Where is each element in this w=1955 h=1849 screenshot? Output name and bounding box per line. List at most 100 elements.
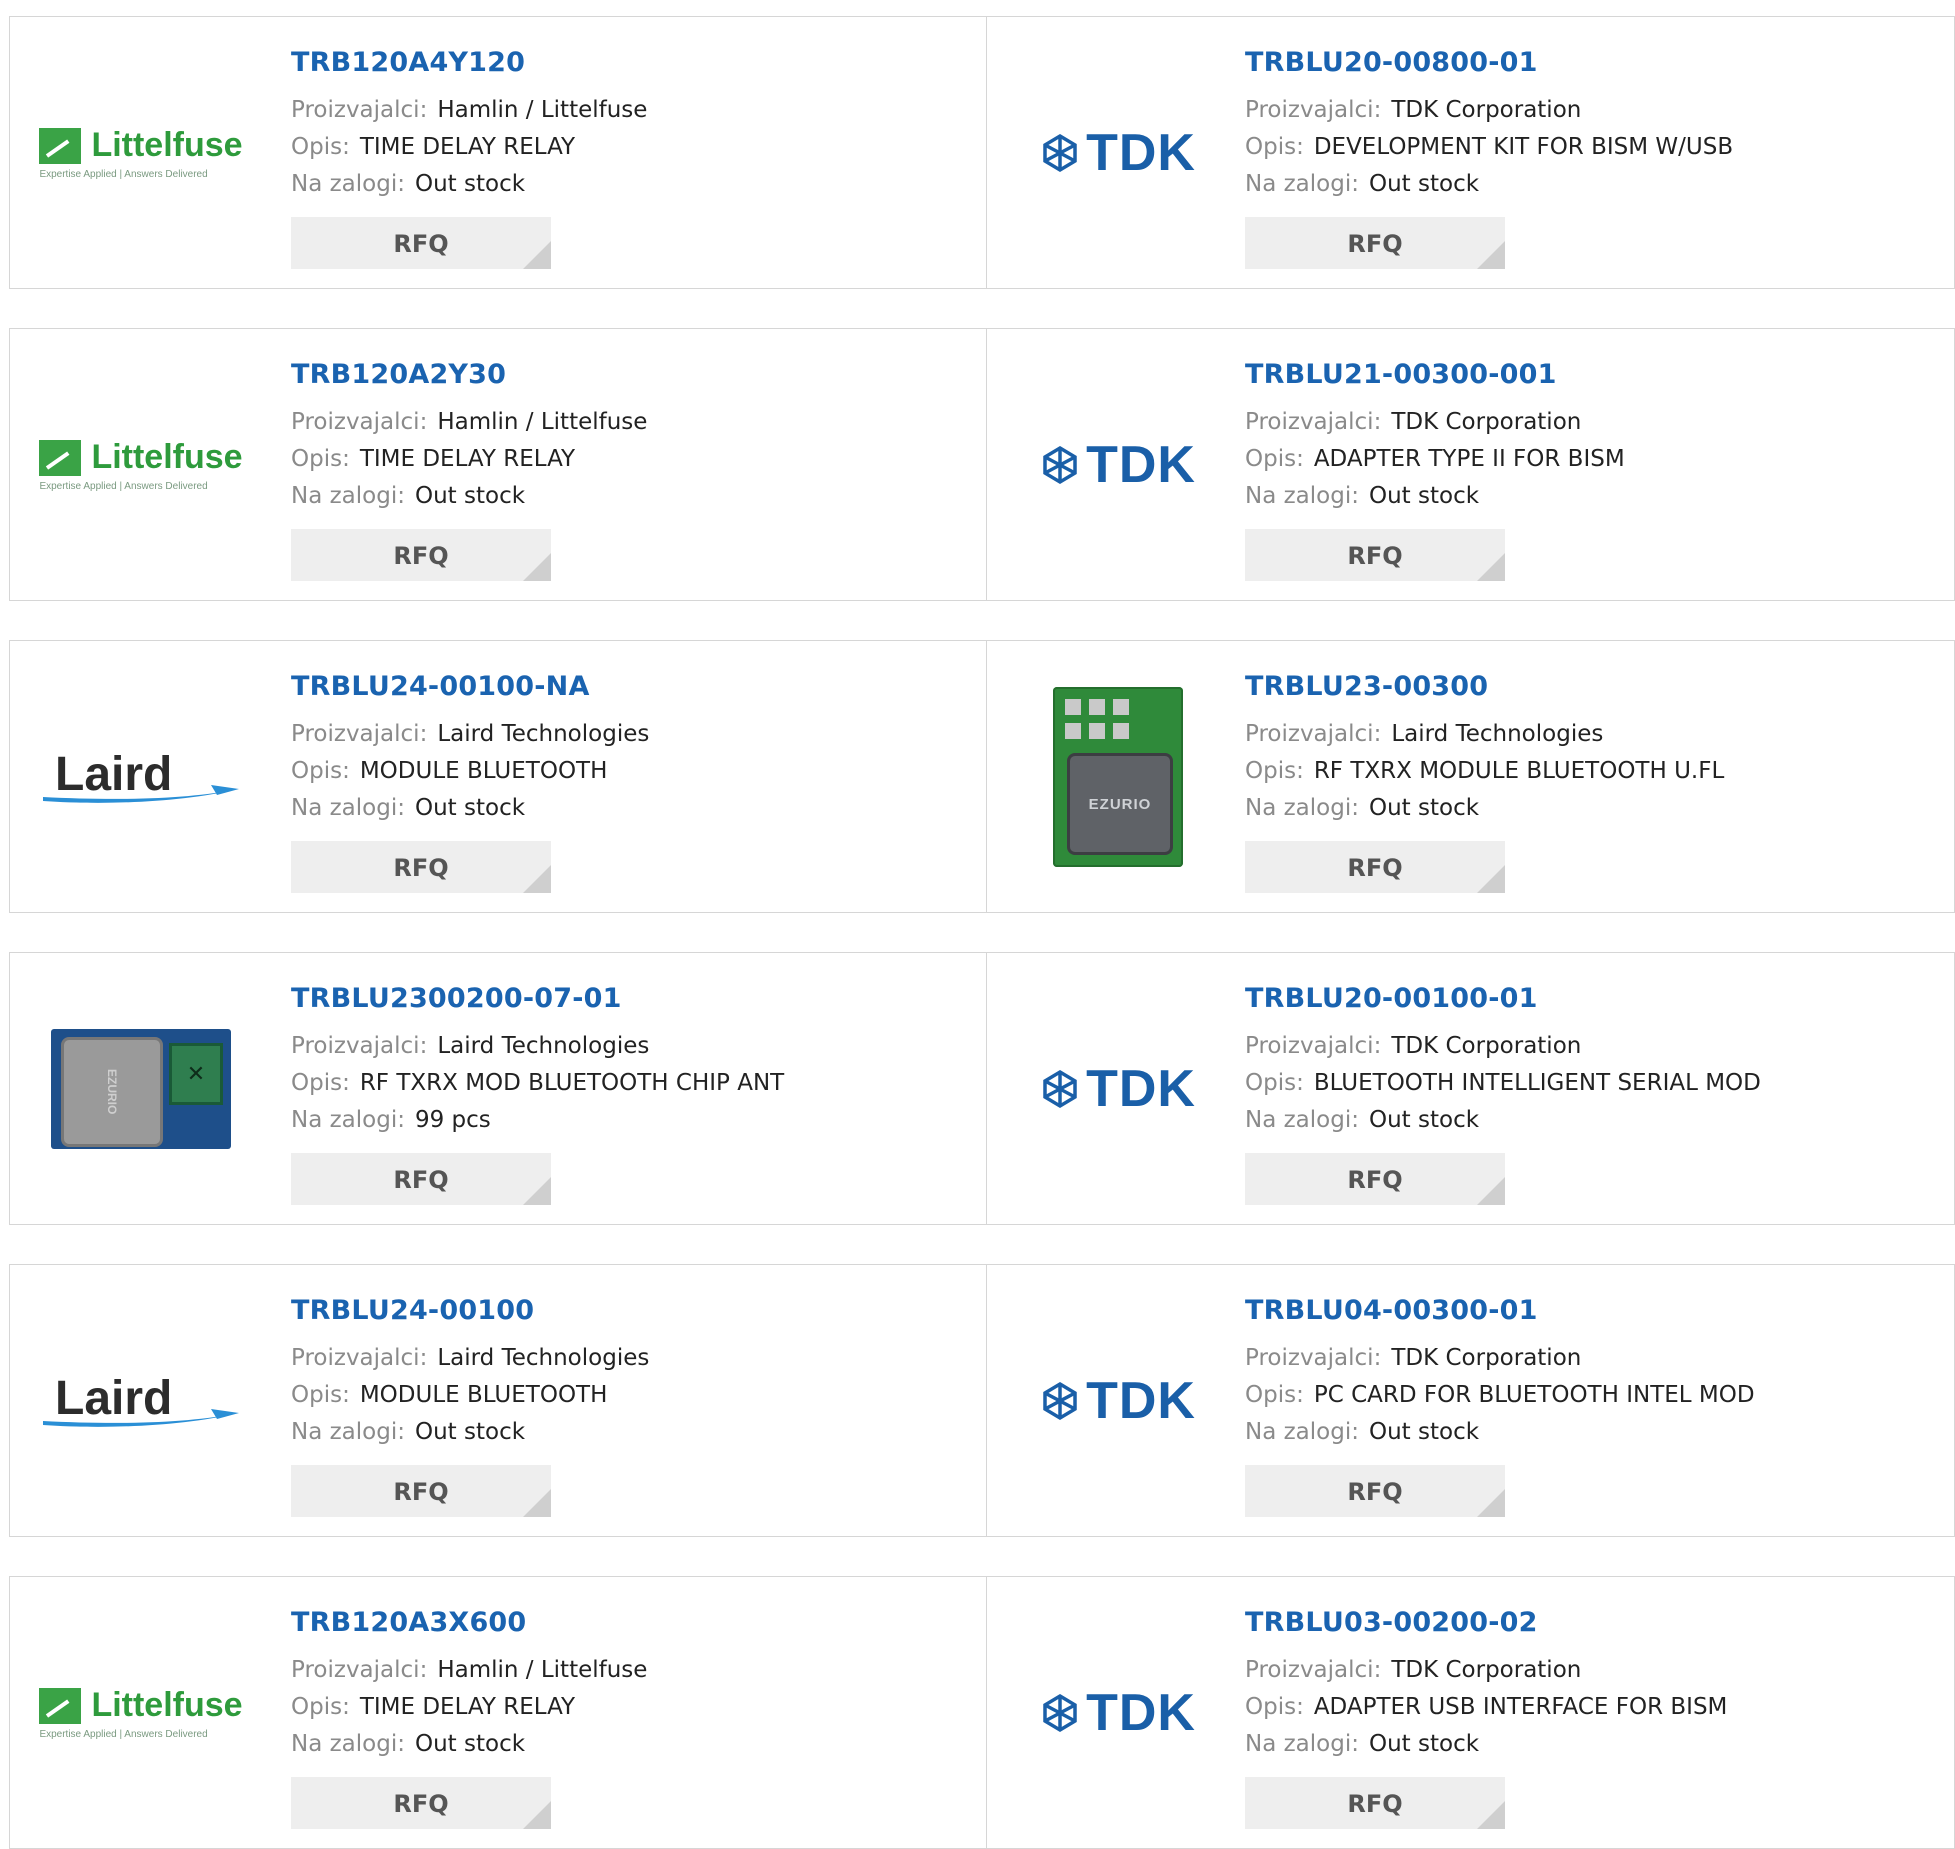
part-number-link[interactable]: TRBLU04-00300-01 bbox=[1245, 1295, 1755, 1326]
product-row: Littelfuse Expertise Applied | Answers De… bbox=[9, 1576, 1955, 1849]
stock-label: Na zalogi: bbox=[291, 1419, 405, 1445]
stock-value: Out stock bbox=[414, 1731, 526, 1757]
part-number-link[interactable]: TRB120A3X600 bbox=[291, 1607, 647, 1638]
description-value: MODULE BLUETOOTH bbox=[359, 758, 608, 784]
manufacturer-value: TDK Corporation bbox=[1391, 1345, 1582, 1371]
stock-value: Out stock bbox=[1368, 483, 1480, 509]
part-number-link[interactable]: TRBLU20-00100-01 bbox=[1245, 983, 1761, 1014]
product-card: Laird TRBLU24-00100-NA Proizvajalci: Lair… bbox=[9, 640, 987, 913]
description-value: TIME DELAY RELAY bbox=[359, 1694, 576, 1720]
bluetooth-module-image: EZURIO ✕ bbox=[51, 1029, 231, 1149]
rfq-button[interactable]: RFQ bbox=[291, 529, 551, 581]
rfq-button[interactable]: RFQ bbox=[1245, 841, 1505, 893]
product-card: TDK TRBLU03-00200-02 Proizvajalci: TDK Co… bbox=[987, 1576, 1955, 1849]
description-label: Opis: bbox=[291, 1382, 350, 1408]
littelfuse-mark-icon bbox=[39, 127, 82, 164]
manufacturer-value: TDK Corporation bbox=[1391, 1657, 1582, 1683]
part-number-link[interactable]: TRB120A2Y30 bbox=[291, 359, 647, 390]
tdk-mark-icon bbox=[1043, 133, 1077, 173]
stock-label: Na zalogi: bbox=[1245, 795, 1359, 821]
manufacturer-label: Proizvajalci: bbox=[291, 97, 428, 123]
tdk-mark-icon bbox=[1043, 1069, 1077, 1109]
stock-value: Out stock bbox=[414, 795, 526, 821]
laird-logo[interactable]: Laird bbox=[41, 677, 241, 877]
littelfuse-logo[interactable]: Littelfuse Expertise Applied | Answers De… bbox=[39, 365, 243, 565]
manufacturer-label: Proizvajalci: bbox=[1245, 409, 1382, 435]
laird-swoosh-icon bbox=[43, 785, 239, 803]
product-card: TDK TRBLU20-00800-01 Proizvajalci: TDK Co… bbox=[987, 16, 1955, 289]
stock-value: Out stock bbox=[414, 1419, 526, 1445]
part-number-link[interactable]: TRBLU20-00800-01 bbox=[1245, 47, 1733, 78]
tdk-logo[interactable]: TDK bbox=[1018, 365, 1218, 565]
stock-value: Out stock bbox=[414, 171, 526, 197]
bluetooth-module-image: EZURIO bbox=[1053, 687, 1183, 867]
stock-value: Out stock bbox=[1368, 1731, 1480, 1757]
product-image[interactable]: EZURIO bbox=[1018, 677, 1218, 877]
rfq-button[interactable]: RFQ bbox=[1245, 1777, 1505, 1829]
rfq-button[interactable]: RFQ bbox=[291, 1153, 551, 1205]
description-value: PC CARD FOR BLUETOOTH INTEL MOD bbox=[1313, 1382, 1755, 1408]
manufacturer-label: Proizvajalci: bbox=[291, 1657, 428, 1683]
laird-swoosh-icon bbox=[43, 1409, 239, 1427]
manufacturer-label: Proizvajalci: bbox=[291, 721, 428, 747]
part-number-link[interactable]: TRBLU2300200-07-01 bbox=[291, 983, 784, 1014]
description-label: Opis: bbox=[1245, 1070, 1304, 1096]
description-label: Opis: bbox=[291, 134, 350, 160]
rfq-button[interactable]: RFQ bbox=[291, 1777, 551, 1829]
tdk-mark-icon bbox=[1043, 1381, 1077, 1421]
stock-label: Na zalogi: bbox=[291, 483, 405, 509]
tdk-logo[interactable]: TDK bbox=[1018, 1613, 1218, 1813]
stock-label: Na zalogi: bbox=[291, 171, 405, 197]
manufacturer-label: Proizvajalci: bbox=[1245, 1033, 1382, 1059]
stock-label: Na zalogi: bbox=[291, 1731, 405, 1757]
description-value: ADAPTER USB INTERFACE FOR BISM bbox=[1313, 1694, 1728, 1720]
stock-label: Na zalogi: bbox=[1245, 1731, 1359, 1757]
description-label: Opis: bbox=[1245, 134, 1304, 160]
product-card: Laird TRBLU24-00100 Proizvajalci: Laird T… bbox=[9, 1264, 987, 1537]
description-label: Opis: bbox=[1245, 446, 1304, 472]
rfq-button[interactable]: RFQ bbox=[1245, 1465, 1505, 1517]
product-card: EZURIO ✕ TRBLU2300200-07-01 Proizvajalci… bbox=[9, 952, 987, 1225]
rfq-button[interactable]: RFQ bbox=[291, 1465, 551, 1517]
tdk-logo[interactable]: TDK bbox=[1018, 989, 1218, 1189]
description-value: TIME DELAY RELAY bbox=[359, 134, 576, 160]
tdk-logo[interactable]: TDK bbox=[1018, 1301, 1218, 1501]
product-row: Laird TRBLU24-00100 Proizvajalci: Laird T… bbox=[9, 1264, 1955, 1537]
description-label: Opis: bbox=[291, 1070, 350, 1096]
tdk-mark-icon bbox=[1043, 1693, 1077, 1733]
manufacturer-label: Proizvajalci: bbox=[1245, 1345, 1382, 1371]
rfq-button[interactable]: RFQ bbox=[1245, 1153, 1505, 1205]
description-value: RF TXRX MODULE BLUETOOTH U.FL bbox=[1313, 758, 1725, 784]
product-image[interactable]: EZURIO ✕ bbox=[41, 989, 241, 1189]
part-number-link[interactable]: TRBLU03-00200-02 bbox=[1245, 1607, 1727, 1638]
littelfuse-logo[interactable]: Littelfuse Expertise Applied | Answers De… bbox=[39, 53, 243, 253]
littelfuse-mark-icon bbox=[39, 1687, 82, 1724]
product-card: Littelfuse Expertise Applied | Answers De… bbox=[9, 328, 987, 601]
part-number-link[interactable]: TRBLU24-00100 bbox=[291, 1295, 649, 1326]
product-row: EZURIO ✕ TRBLU2300200-07-01 Proizvajalci… bbox=[9, 952, 1955, 1225]
description-value: ADAPTER TYPE II FOR BISM bbox=[1313, 446, 1625, 472]
laird-logo[interactable]: Laird bbox=[41, 1301, 241, 1501]
part-number-link[interactable]: TRBLU21-00300-001 bbox=[1245, 359, 1625, 390]
rfq-button[interactable]: RFQ bbox=[291, 217, 551, 269]
stock-label: Na zalogi: bbox=[1245, 483, 1359, 509]
product-card: Littelfuse Expertise Applied | Answers De… bbox=[9, 16, 987, 289]
product-card: TDK TRBLU04-00300-01 Proizvajalci: TDK Co… bbox=[987, 1264, 1955, 1537]
part-number-link[interactable]: TRBLU23-00300 bbox=[1245, 671, 1724, 702]
product-card: TDK TRBLU20-00100-01 Proizvajalci: TDK Co… bbox=[987, 952, 1955, 1225]
stock-label: Na zalogi: bbox=[291, 1107, 405, 1133]
description-value: DEVELOPMENT KIT FOR BISM W/USB bbox=[1313, 134, 1734, 160]
part-number-link[interactable]: TRB120A4Y120 bbox=[291, 47, 647, 78]
description-label: Opis: bbox=[1245, 1382, 1304, 1408]
description-value: RF TXRX MOD BLUETOOTH CHIP ANT bbox=[359, 1070, 785, 1096]
part-number-link[interactable]: TRBLU24-00100-NA bbox=[291, 671, 649, 702]
rfq-button[interactable]: RFQ bbox=[1245, 529, 1505, 581]
rfq-button[interactable]: RFQ bbox=[1245, 217, 1505, 269]
littelfuse-logo[interactable]: Littelfuse Expertise Applied | Answers De… bbox=[39, 1613, 243, 1813]
product-card: Littelfuse Expertise Applied | Answers De… bbox=[9, 1576, 987, 1849]
description-value: TIME DELAY RELAY bbox=[359, 446, 576, 472]
tdk-logo[interactable]: TDK bbox=[1018, 53, 1218, 253]
manufacturer-value: TDK Corporation bbox=[1391, 409, 1582, 435]
rfq-button[interactable]: RFQ bbox=[291, 841, 551, 893]
description-value: MODULE BLUETOOTH bbox=[359, 1382, 608, 1408]
